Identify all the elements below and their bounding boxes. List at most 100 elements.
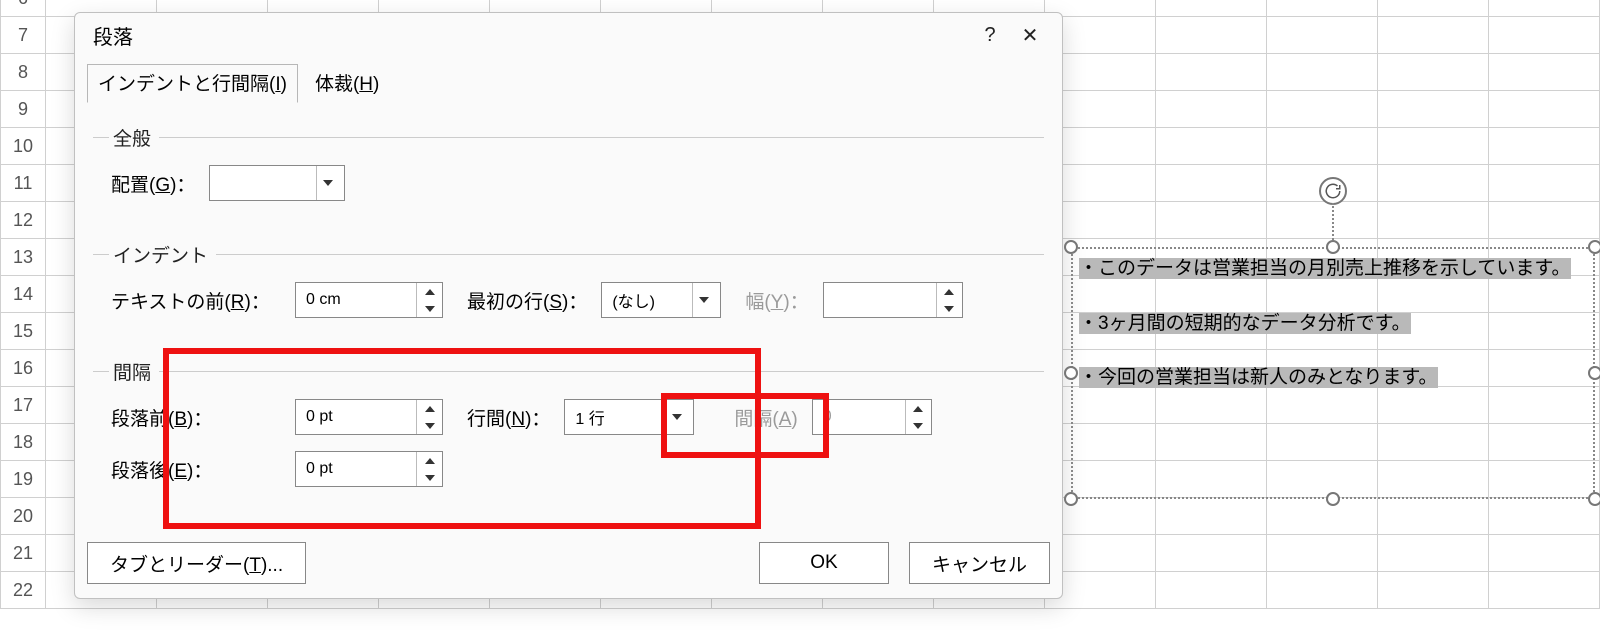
row-header[interactable]: 14 xyxy=(0,276,46,313)
group-legend: 間隔 xyxy=(109,358,159,385)
close-button[interactable]: ✕ xyxy=(1010,18,1050,52)
row-header[interactable]: 11 xyxy=(0,165,46,202)
cell[interactable] xyxy=(1267,128,1378,165)
spin-down-icon[interactable] xyxy=(906,417,931,434)
spacing-after-label: 段落後(E)： xyxy=(111,456,281,483)
cell[interactable] xyxy=(1489,91,1600,128)
cell[interactable] xyxy=(1378,91,1489,128)
spacing-after-spinner[interactable]: 0 pt xyxy=(295,451,443,487)
row-header[interactable]: 9 xyxy=(0,91,46,128)
row-header[interactable]: 20 xyxy=(0,498,46,535)
cell[interactable] xyxy=(1267,91,1378,128)
cell[interactable] xyxy=(1156,572,1267,609)
cell[interactable] xyxy=(1378,572,1489,609)
spin-up-icon[interactable] xyxy=(417,400,442,417)
cell[interactable] xyxy=(1489,572,1600,609)
resize-handle[interactable] xyxy=(1588,240,1600,254)
row-header[interactable]: 8 xyxy=(0,54,46,91)
tab-indent-spacing[interactable]: インデントと行間隔(I) xyxy=(87,64,298,103)
cell[interactable] xyxy=(1156,17,1267,54)
cell[interactable] xyxy=(1156,128,1267,165)
resize-handle[interactable] xyxy=(1326,492,1340,506)
cell[interactable] xyxy=(1267,498,1378,535)
paragraph-dialog: 段落 ? ✕ インデントと行間隔(I) 体裁(H) 全般 配置(G)： インデン… xyxy=(74,12,1063,599)
cell[interactable] xyxy=(1267,0,1378,17)
row-header[interactable]: 21 xyxy=(0,535,46,572)
row-header[interactable]: 16 xyxy=(0,350,46,387)
tab-format[interactable]: 体裁(H) xyxy=(304,64,390,103)
row-header[interactable]: 10 xyxy=(0,128,46,165)
help-button[interactable]: ? xyxy=(970,18,1010,52)
at-spinner[interactable]: 0 xyxy=(812,399,932,435)
cell[interactable] xyxy=(1156,91,1267,128)
row-header[interactable]: 6 xyxy=(0,0,46,17)
row-header[interactable]: 19 xyxy=(0,461,46,498)
row-header[interactable]: 15 xyxy=(0,313,46,350)
spin-down-icon[interactable] xyxy=(417,469,442,486)
cancel-button[interactable]: キャンセル xyxy=(909,542,1050,584)
resize-handle[interactable] xyxy=(1064,240,1078,254)
resize-handle[interactable] xyxy=(1064,492,1078,506)
cell[interactable] xyxy=(1489,535,1600,572)
cell[interactable] xyxy=(1267,535,1378,572)
spin-down-icon[interactable] xyxy=(417,417,442,434)
cell[interactable] xyxy=(1378,0,1489,17)
cell[interactable] xyxy=(1156,0,1267,17)
spin-up-icon[interactable] xyxy=(417,283,442,300)
ok-button[interactable]: OK xyxy=(759,542,889,584)
resize-handle[interactable] xyxy=(1326,240,1340,254)
tabs-leader-button[interactable]: タブとリーダー(T)... xyxy=(87,542,306,584)
text-content[interactable]: ・このデータは営業担当の月別売上推移を示しています。 ・3ヶ月間の短期的なデータ… xyxy=(1079,257,1587,489)
row-header[interactable]: 22 xyxy=(0,572,46,609)
first-line-combo[interactable]: (なし) xyxy=(601,282,721,318)
cell[interactable] xyxy=(1378,535,1489,572)
cell[interactable] xyxy=(1267,54,1378,91)
spin-down-icon[interactable] xyxy=(937,300,962,317)
row-header[interactable]: 13 xyxy=(0,239,46,276)
before-text-spinner[interactable]: 0 cm xyxy=(295,282,443,318)
cell[interactable] xyxy=(1489,498,1600,535)
cell[interactable] xyxy=(1378,498,1489,535)
rotate-handle-icon[interactable] xyxy=(1319,177,1347,205)
spin-down-icon[interactable] xyxy=(417,300,442,317)
dialog-titlebar[interactable]: 段落 ? ✕ xyxy=(75,13,1062,57)
alignment-combo[interactable] xyxy=(209,165,345,201)
cell[interactable] xyxy=(1378,165,1489,202)
row-header[interactable]: 7 xyxy=(0,17,46,54)
line-spacing-combo[interactable]: 1 行 xyxy=(564,399,694,435)
dialog-title: 段落 xyxy=(93,21,133,50)
cell[interactable] xyxy=(1156,498,1267,535)
resize-handle[interactable] xyxy=(1588,366,1600,380)
cell[interactable] xyxy=(1267,202,1378,239)
resize-handle[interactable] xyxy=(1064,366,1078,380)
spin-up-icon[interactable] xyxy=(417,452,442,469)
cell[interactable] xyxy=(1156,202,1267,239)
cell[interactable] xyxy=(1156,54,1267,91)
cell[interactable] xyxy=(1156,535,1267,572)
cell[interactable] xyxy=(1489,202,1600,239)
resize-handle[interactable] xyxy=(1588,492,1600,506)
cell[interactable] xyxy=(1489,17,1600,54)
spin-up-icon[interactable] xyxy=(906,400,931,417)
spacing-before-value: 0 pt xyxy=(306,408,416,426)
width-spinner[interactable] xyxy=(823,282,963,318)
cell[interactable] xyxy=(1378,128,1489,165)
cell[interactable] xyxy=(1489,165,1600,202)
cell[interactable] xyxy=(1267,572,1378,609)
tab-label: 体裁(H) xyxy=(315,74,379,95)
cell[interactable] xyxy=(1156,165,1267,202)
line-spacing-value: 1 行 xyxy=(575,405,604,429)
row-header[interactable]: 17 xyxy=(0,387,46,424)
row-header[interactable]: 12 xyxy=(0,202,46,239)
cell[interactable] xyxy=(1378,17,1489,54)
cell[interactable] xyxy=(1489,0,1600,17)
spin-up-icon[interactable] xyxy=(937,283,962,300)
cell[interactable] xyxy=(1489,54,1600,91)
row-header[interactable]: 18 xyxy=(0,424,46,461)
cell[interactable] xyxy=(1489,128,1600,165)
cell[interactable] xyxy=(1378,54,1489,91)
spacing-before-spinner[interactable]: 0 pt xyxy=(295,399,443,435)
cell[interactable] xyxy=(1378,202,1489,239)
cell[interactable] xyxy=(1267,17,1378,54)
text-shape[interactable]: ・このデータは営業担当の月別売上推移を示しています。 ・3ヶ月間の短期的なデータ… xyxy=(1071,247,1595,499)
